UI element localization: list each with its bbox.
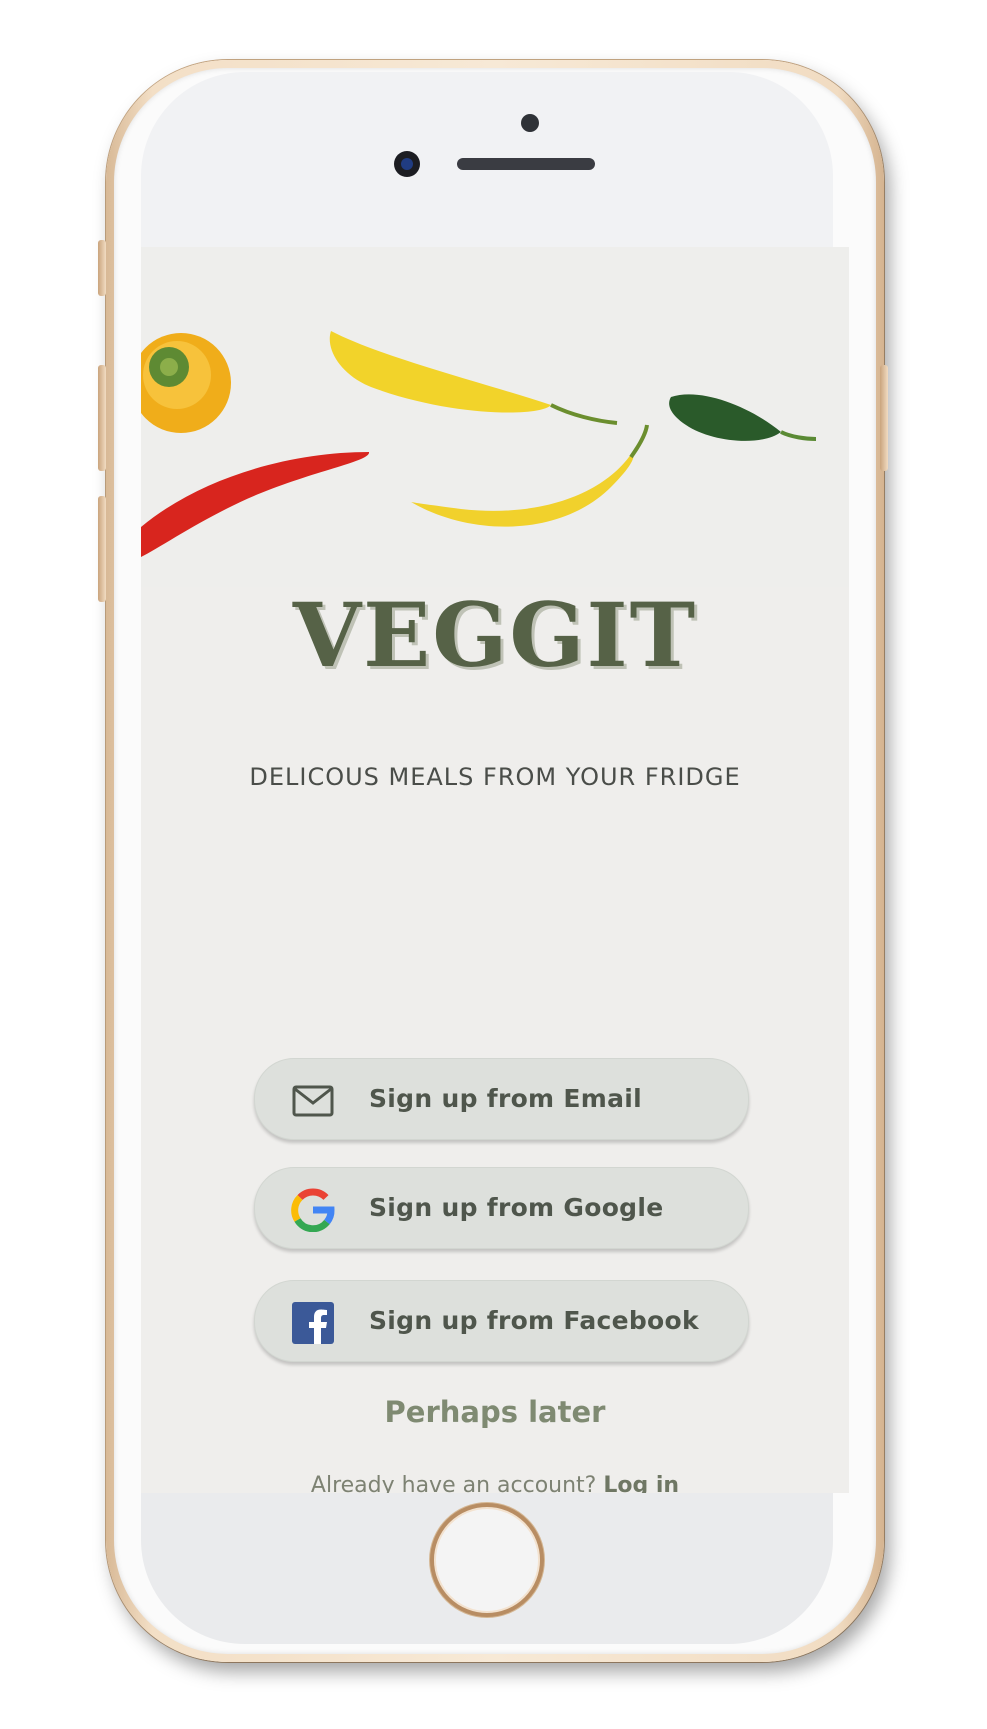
- volume-up-button: [98, 365, 106, 471]
- login-prompt-text: Already have an account?: [310, 1473, 597, 1493]
- earpiece-speaker: [457, 158, 595, 170]
- signup-email-button[interactable]: Sign up from Email: [254, 1058, 749, 1140]
- mute-switch: [98, 240, 106, 296]
- phone-bottom-bezel: [141, 1493, 833, 1644]
- login-prompt-row: Already have an account? Log in: [141, 1473, 849, 1493]
- vegetables-header-image: [141, 247, 849, 587]
- signup-google-label: Sign up from Google: [369, 1193, 664, 1222]
- phone-top-bezel: [141, 72, 833, 247]
- perhaps-later-link[interactable]: Perhaps later: [141, 1395, 849, 1429]
- envelope-icon: [291, 1079, 335, 1123]
- phone-frame: VEGGIT DELICOUS MEALS FROM YOUR FRIDGE S…: [106, 60, 884, 1662]
- signup-email-label: Sign up from Email: [369, 1084, 643, 1113]
- power-button: [880, 365, 888, 471]
- signup-google-button[interactable]: Sign up from Google: [254, 1167, 749, 1249]
- google-logo-icon: [291, 1188, 335, 1232]
- signup-facebook-button[interactable]: Sign up from Facebook: [254, 1280, 749, 1362]
- facebook-logo-icon: [291, 1301, 335, 1345]
- volume-down-button: [98, 496, 106, 602]
- signup-facebook-label: Sign up from Facebook: [369, 1306, 699, 1335]
- app-logo-title: VEGGIT: [292, 583, 698, 687]
- front-camera: [394, 151, 420, 177]
- app-screen: VEGGIT DELICOUS MEALS FROM YOUR FRIDGE S…: [141, 247, 849, 1493]
- proximity-sensor: [521, 114, 539, 132]
- home-button[interactable]: [430, 1503, 544, 1617]
- app-tagline: DELICOUS MEALS FROM YOUR FRIDGE: [249, 763, 741, 791]
- login-link[interactable]: Log in: [603, 1473, 679, 1493]
